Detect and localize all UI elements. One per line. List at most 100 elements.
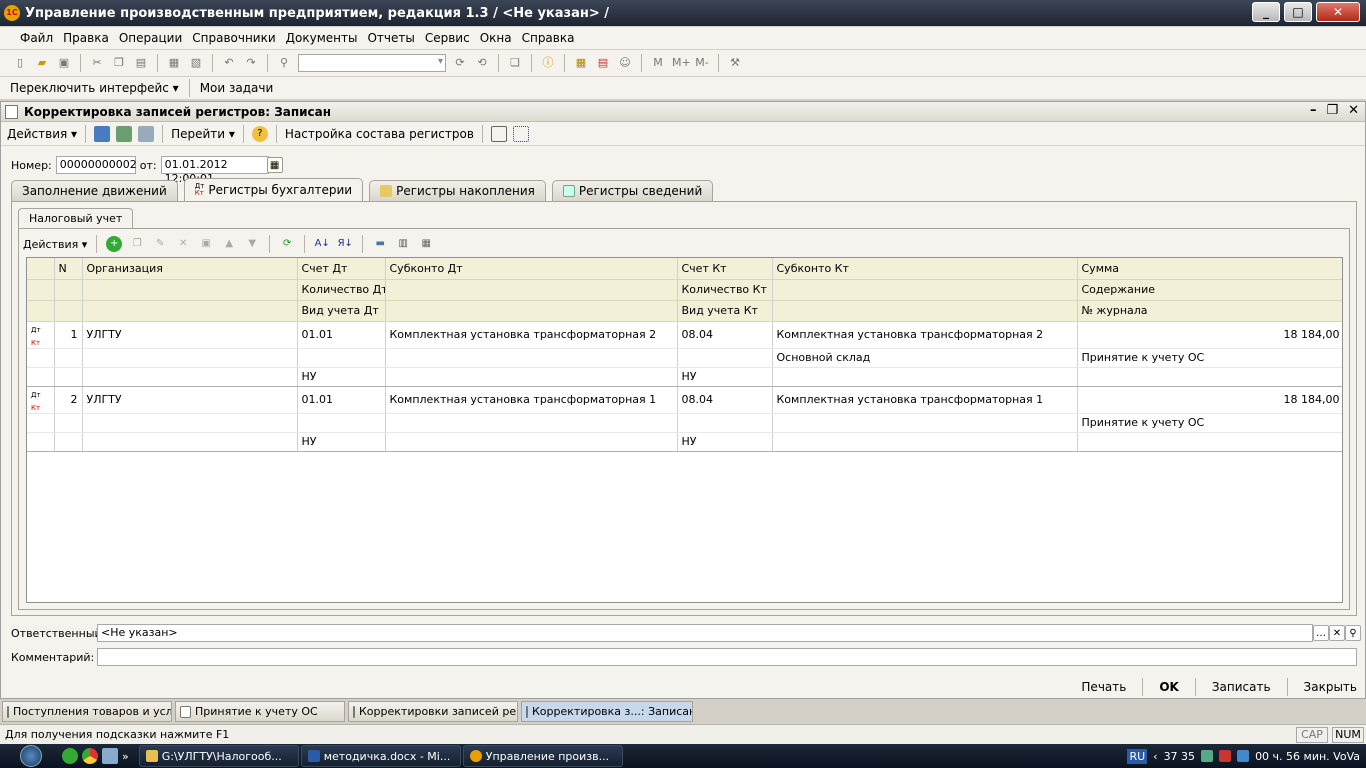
table-row[interactable]: НУ НУ (27, 367, 1342, 387)
add-row-icon[interactable]: + (106, 236, 123, 252)
save-button[interactable]: Записать (1212, 680, 1271, 694)
menu-windows[interactable]: Окна (476, 31, 516, 45)
move-up-icon[interactable]: ▲ (221, 236, 237, 252)
col-qty-kt[interactable]: Количество Кт (677, 279, 773, 301)
redo-icon[interactable]: ↷ (243, 55, 259, 71)
search-combo[interactable] (298, 54, 446, 72)
tools-icon[interactable]: ⚒ (727, 55, 743, 71)
copy-icon[interactable]: ❐ (111, 55, 127, 71)
menu-service[interactable]: Сервис (421, 31, 474, 45)
edit-row-icon[interactable]: ✎ (152, 236, 168, 252)
undo-icon[interactable]: ↶ (221, 55, 237, 71)
col-type-dt[interactable]: Вид учета Дт (297, 300, 386, 322)
move-down-icon[interactable]: ▼ (244, 236, 260, 252)
paint-icon[interactable] (102, 748, 118, 764)
my-tasks-button[interactable]: Мои задачи (200, 81, 274, 95)
sub-restore-icon[interactable]: ❐ (1326, 103, 1338, 118)
taskbar-explorer[interactable]: G:\УЛГТУ\Налогооб... (138, 745, 299, 767)
registers-settings-button[interactable]: Настройка состава регистров (285, 127, 474, 141)
window-tab-correction-current[interactable]: Корректировка з...: Записан (521, 701, 693, 722)
menu-catalogs[interactable]: Справочники (188, 31, 279, 45)
structure-icon[interactable] (138, 125, 155, 142)
tab-fill-movements[interactable]: Заполнение движений (11, 180, 178, 201)
print-icon[interactable]: ▦ (166, 55, 182, 71)
menu-file[interactable]: Файл (16, 31, 57, 45)
window-tab-corrections-list[interactable]: Корректировки записей ре... (348, 701, 518, 722)
windows-icon[interactable]: ❏ (507, 55, 523, 71)
end-edit-icon[interactable]: ▣ (198, 236, 214, 252)
memory-m-icon[interactable]: M (650, 55, 666, 71)
users-icon[interactable]: ☺ (617, 55, 633, 71)
grid-actions-menu[interactable]: Действия ▾ (23, 238, 87, 251)
tray-expand-icon[interactable]: ‹ (1153, 750, 1157, 763)
menu-reports[interactable]: Отчеты (363, 31, 418, 45)
print-grid-icon[interactable]: ▦ (418, 236, 434, 252)
window-tab-receipts[interactable]: Поступления товаров и услуг (2, 701, 172, 722)
help-icon[interactable]: ? (251, 125, 268, 142)
tab-info-registers[interactable]: Регистры сведений (551, 180, 714, 201)
language-indicator[interactable]: RU (1127, 748, 1148, 764)
delete-row-icon[interactable]: ✕ (175, 236, 191, 252)
antivirus-icon[interactable] (1219, 750, 1232, 762)
open-search-icon[interactable]: ⚲ (1345, 625, 1361, 641)
search-icon[interactable]: ⚲ (276, 55, 292, 71)
calendar-icon[interactable]: ▤ (595, 55, 611, 71)
close-button[interactable]: ✕ (1316, 2, 1360, 22)
responsible-field[interactable]: <Не указан> (97, 624, 1313, 642)
find-next-icon[interactable]: ⟳ (452, 55, 468, 71)
paste-icon[interactable]: ▤ (133, 55, 149, 71)
refresh-icon[interactable]: ⟳ (279, 236, 295, 252)
col-sum[interactable]: Сумма (1077, 258, 1342, 280)
open-folder-icon[interactable]: ▰ (34, 55, 50, 71)
minimize-button[interactable]: _ (1252, 2, 1280, 22)
filter-icon[interactable]: ▥ (395, 236, 411, 252)
sub-close-icon[interactable]: ✕ (1348, 103, 1359, 118)
date-field[interactable]: 01.01.2012 12:00:01 (160, 156, 269, 185)
save-icon[interactable]: ▣ (56, 55, 72, 71)
memory-minus-icon[interactable]: M- (694, 55, 710, 71)
taskbar-1c[interactable]: Управление произв... (462, 745, 623, 767)
calculator-icon[interactable]: ▦ (573, 55, 589, 71)
maximize-button[interactable]: □ (1284, 2, 1312, 22)
clear-icon[interactable]: ✕ (1329, 625, 1345, 641)
preview-icon[interactable]: ▧ (188, 55, 204, 71)
col-journal[interactable]: № журнала (1077, 300, 1342, 322)
sub-minimize-icon[interactable]: – (1310, 103, 1317, 118)
fill-icon[interactable]: ▬ (372, 236, 388, 252)
col-sub-kt[interactable]: Субконто Кт (772, 258, 1078, 280)
switch-interface-button[interactable]: Переключить интерфейс ▾ (10, 81, 179, 95)
memory-plus-icon[interactable]: M+ (672, 55, 691, 71)
actions-menu[interactable]: Действия ▾ (7, 127, 77, 141)
col-sub-dt[interactable]: Субконто Дт (385, 258, 678, 280)
post-close-icon[interactable] (94, 125, 111, 142)
chrome-icon[interactable] (82, 748, 98, 764)
col-qty-dt[interactable]: Количество Дт (297, 279, 386, 301)
select-dots-icon[interactable]: … (1313, 625, 1329, 641)
list-view-icon[interactable] (490, 125, 507, 142)
col-org[interactable]: Организация (82, 258, 298, 280)
goto-menu[interactable]: Перейти ▾ (171, 127, 235, 141)
ok-button[interactable]: OK (1159, 680, 1179, 694)
col-acc-kt[interactable]: Счет Кт (677, 258, 773, 280)
window-tab-os-acceptance[interactable]: Принятие к учету ОС (175, 701, 345, 722)
col-content[interactable]: Содержание (1077, 279, 1342, 301)
sort-asc-icon[interactable]: A↓ (314, 236, 330, 252)
network-icon[interactable] (1201, 750, 1214, 762)
start-button[interactable] (0, 744, 62, 768)
tab-accounting-registers[interactable]: Дт Кт Регистры бухгалтерии (183, 178, 364, 201)
table-row[interactable]: НУ НУ (27, 432, 1342, 452)
cut-icon[interactable]: ✂ (89, 55, 105, 71)
menu-help[interactable]: Справка (518, 31, 579, 45)
volume-icon[interactable] (1237, 750, 1250, 762)
col-n[interactable]: N (54, 258, 83, 280)
calendar-picker-icon[interactable]: ▦ (266, 157, 283, 173)
table-row[interactable]: Принятие к учету ОС (27, 413, 1342, 433)
menu-edit[interactable]: Правка (59, 31, 113, 45)
tree-view-icon[interactable] (512, 125, 529, 142)
tab-tax-accounting[interactable]: Налоговый учет (18, 208, 134, 229)
more-icon[interactable]: » (122, 750, 129, 763)
table-row[interactable]: Дт Кт 1 УЛГТУ 01.01 Комплектная установка тр… (27, 321, 1342, 349)
col-type-kt[interactable]: Вид учета Кт (677, 300, 773, 322)
taskbar-word[interactable]: методичка.docx - Mi... (300, 745, 461, 767)
copy-row-icon[interactable]: ❐ (129, 236, 145, 252)
